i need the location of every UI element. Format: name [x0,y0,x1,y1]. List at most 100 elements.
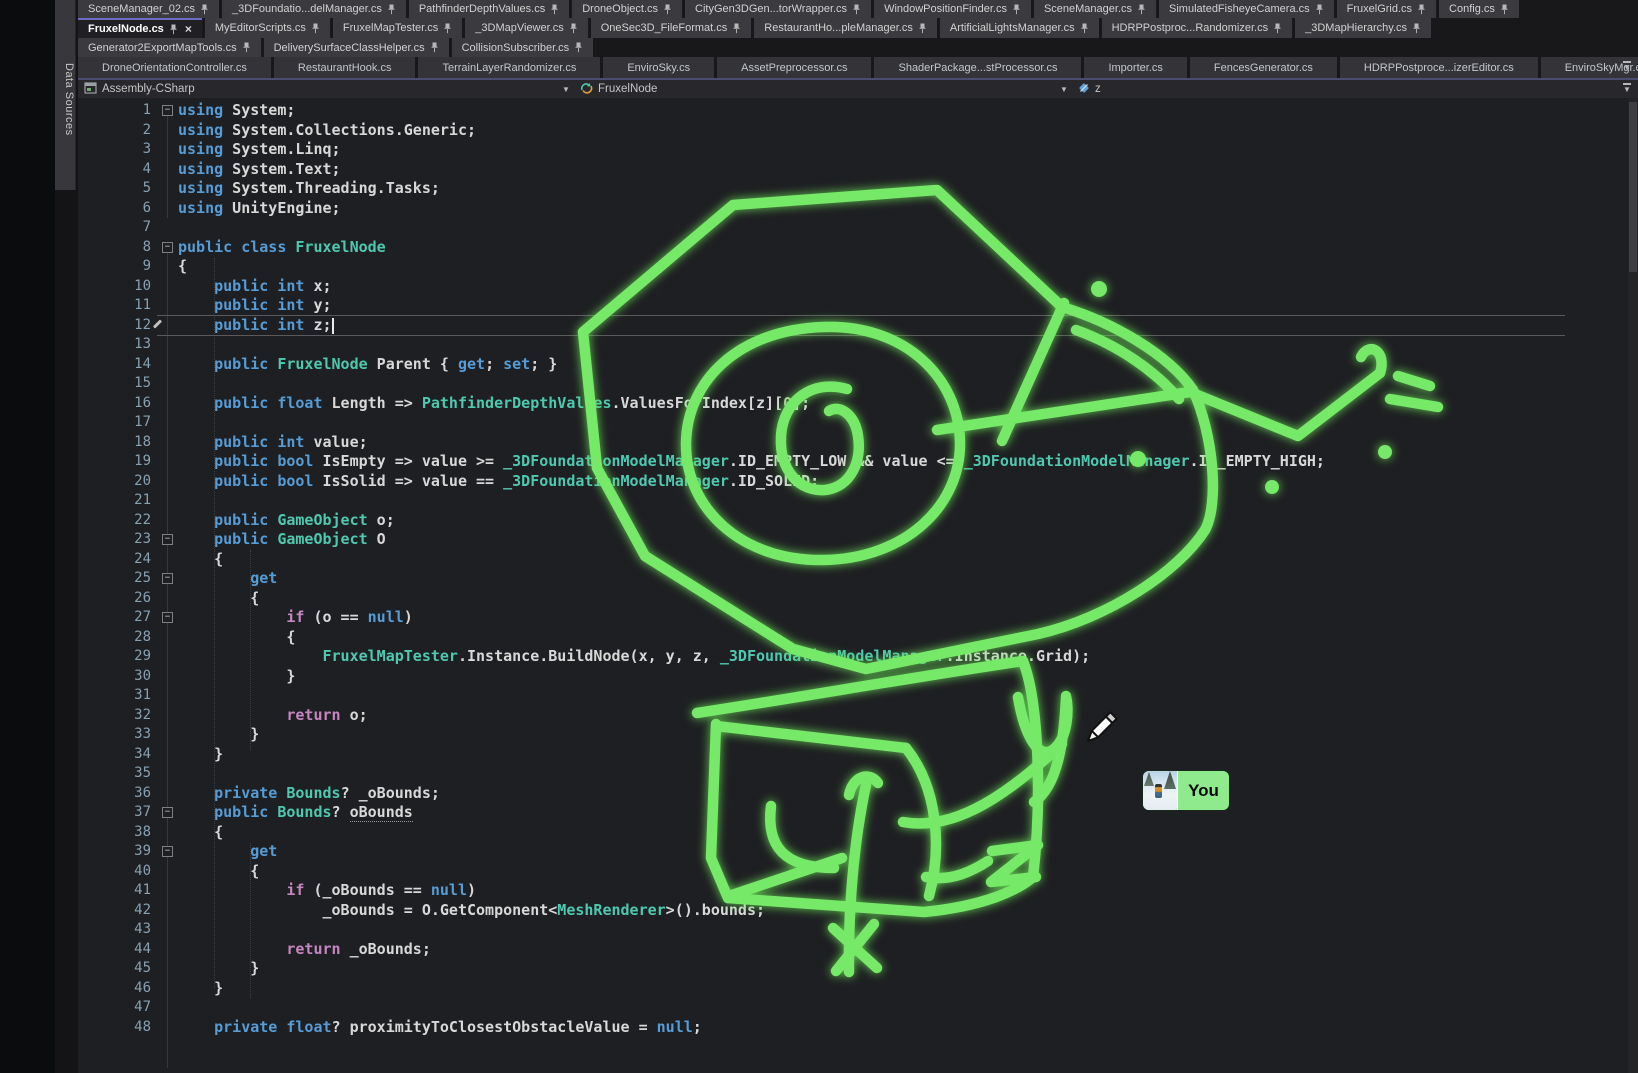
document-tab[interactable]: HDRPPostproce...izerEditor.cs [1340,57,1538,78]
pin-icon[interactable] [1500,4,1509,15]
tab-label: CityGen3DGen...torWrapper.cs [695,3,847,15]
project-dropdown[interactable]: Assembly-CSharp [84,80,195,98]
tab-label: _3DMapHierarchy.cs [1305,22,1407,34]
pin-icon[interactable] [918,23,927,34]
document-tab[interactable]: SceneManager_02.cs [78,0,219,18]
code-line: public class FruxelNode [178,238,386,258]
document-tab[interactable]: _3DMapViewer.cs [465,18,587,38]
document-tab[interactable]: FruxelNode.cs× [78,18,202,38]
line-number: 33 [78,725,151,745]
document-tab[interactable]: WindowPositionFinder.cs [874,0,1031,18]
document-tab[interactable]: DroneOrientationController.cs [78,57,271,78]
pin-icon[interactable] [732,23,741,34]
fold-collapse-icon[interactable]: − [162,534,173,545]
document-tab[interactable]: TerrainLayerRandomizer.cs [418,57,600,78]
pin-icon[interactable] [387,4,396,15]
code-line: if (_oBounds == null) [178,881,476,901]
fold-collapse-icon[interactable]: − [162,105,173,116]
pin-icon[interactable] [1273,23,1282,34]
data-sources-vertical-tab[interactable]: Data Sources [55,0,76,190]
document-tab[interactable]: MyEditorScripts.cs [205,18,330,38]
line-number: 11 [78,296,151,316]
vertical-scrollbar[interactable] [1628,98,1638,1073]
document-tab[interactable]: _3DFoundatio...delManager.cs [222,0,406,18]
line-number: 38 [78,823,151,843]
pin-icon[interactable] [569,23,578,34]
document-tab[interactable]: FruxelGrid.cs [1337,0,1436,18]
line-number: 7 [78,218,151,238]
project-dropdown-chevron[interactable]: ▼ [562,80,570,98]
pin-icon[interactable] [1315,4,1324,15]
fold-collapse-icon[interactable]: − [162,612,173,623]
close-icon[interactable]: × [185,24,192,34]
code-line: public GameObject o; [178,511,395,531]
document-tab[interactable]: RestaurantHook.cs [274,57,416,78]
pin-icon[interactable] [443,23,452,34]
pin-icon[interactable] [200,4,209,15]
document-tab[interactable]: EnviroSky.cs [603,57,714,78]
document-tab[interactable]: HDRPPostproc...Randomizer.cs [1102,18,1293,38]
line-number: 12 [78,316,151,336]
fold-collapse-icon[interactable]: − [162,573,173,584]
line-number: 39 [78,842,151,862]
document-tab[interactable]: ArtificialLightsManager.cs [940,18,1099,38]
pin-icon[interactable] [1417,4,1426,15]
document-tab[interactable]: SimulatedFisheyeCamera.cs [1159,0,1334,18]
fold-collapse-icon[interactable]: − [162,807,173,818]
document-tab[interactable]: SceneManager.cs [1034,0,1156,18]
document-tab[interactable]: Generator2ExportMapTools.cs [78,38,261,57]
line-number: 29 [78,647,151,667]
tab-label: SceneManager.cs [1044,3,1132,15]
code-line: { [178,862,259,882]
pin-icon[interactable] [169,24,178,35]
fold-collapse-icon[interactable]: − [162,242,173,253]
pin-icon[interactable] [663,4,672,15]
scrollbar-thumb[interactable] [1629,102,1637,272]
code-line: } [178,725,259,745]
document-tab[interactable]: FencesGenerator.cs [1190,57,1337,78]
document-tab[interactable]: DeliverySurfaceClassHelper.cs [264,38,449,57]
document-tab[interactable]: AssetPreprocessor.cs [717,57,871,78]
pin-icon[interactable] [311,23,320,34]
code-line: public float Length => PathfinderDepthVa… [178,394,810,414]
document-tab[interactable]: Config.cs [1439,0,1519,18]
document-tab[interactable]: OneSec3D_FileFormat.cs [591,18,752,38]
pin-icon[interactable] [852,4,861,15]
line-number: 22 [78,511,151,531]
code-line: { [178,257,187,277]
document-tab[interactable]: DroneObject.cs [572,0,682,18]
field-icon [1078,82,1090,97]
document-tab[interactable]: ShaderPackage...stProcessor.cs [874,57,1081,78]
line-number: 46 [78,979,151,999]
code-line: { [178,589,259,609]
type-dropdown[interactable]: FruxelNode [580,80,657,98]
pin-icon[interactable] [574,42,583,53]
tab-overflow-icon[interactable]: ▼ [1620,60,1634,74]
document-tab[interactable]: CollisionSubscriber.cs [452,38,594,57]
document-tab[interactable]: FruxelMapTester.cs [333,18,462,38]
type-dropdown-chevron[interactable]: ▼ [1060,80,1068,98]
code-line: { [178,823,223,843]
document-tab[interactable]: PathfinderDepthValues.cs [409,0,569,18]
document-tab[interactable]: _3DMapHierarchy.cs [1295,18,1431,38]
pin-icon[interactable] [242,42,251,53]
line-number: 34 [78,745,151,765]
code-editor[interactable]: 1234567891011121314151617181920212223242… [78,98,1638,1073]
line-number: 41 [78,881,151,901]
pin-icon[interactable] [1012,4,1021,15]
left-black-rail [0,0,55,1073]
pin-icon[interactable] [430,42,439,53]
navbar-overflow-icon[interactable]: ▼ [1620,82,1634,96]
document-tab[interactable]: RestaurantHo...pleManager.cs [754,18,937,38]
line-number: 43 [78,920,151,940]
pin-icon[interactable] [1412,23,1421,34]
document-tab[interactable]: Importer.cs [1084,57,1186,78]
code-line: _oBounds = O.GetComponent<MeshRenderer>(… [178,901,765,921]
fold-collapse-icon[interactable]: − [162,846,173,857]
document-tab[interactable]: CityGen3DGen...torWrapper.cs [685,0,871,18]
pin-icon[interactable] [550,4,559,15]
code-line: public GameObject O [178,530,386,550]
pin-icon[interactable] [1080,23,1089,34]
member-dropdown[interactable]: z [1078,80,1101,98]
pin-icon[interactable] [1137,4,1146,15]
